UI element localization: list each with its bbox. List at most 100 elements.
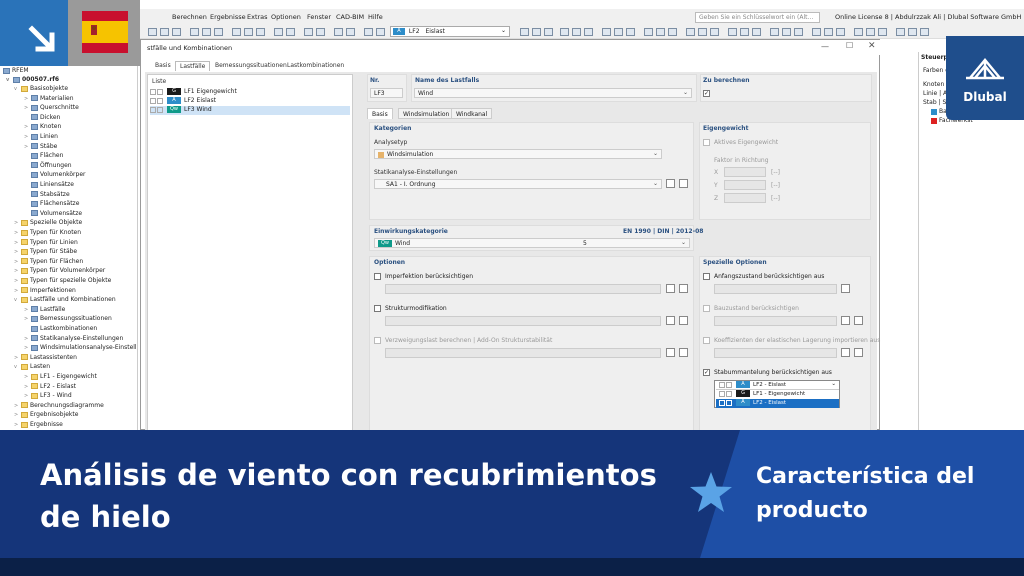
tab-lastfaelle[interactable]: Lastfälle <box>175 61 211 71</box>
koeff-select[interactable] <box>714 348 837 358</box>
chevron-right-icon[interactable]: > <box>14 230 21 236</box>
chevron-right-icon[interactable]: > <box>14 259 21 265</box>
toolbar-icon[interactable] <box>190 28 199 36</box>
list-item[interactable]: G LF1 Eigengewicht <box>150 88 350 97</box>
verzweigung-checkbox[interactable] <box>374 337 381 344</box>
toolbar-icon[interactable] <box>824 28 833 36</box>
edit-icon[interactable] <box>666 179 675 188</box>
subtab-windkanal[interactable]: Windkanal <box>451 108 493 119</box>
new-icon[interactable] <box>841 284 850 293</box>
toolbar-icon[interactable] <box>346 28 355 36</box>
loadcase-combo[interactable]: A LF2 Eislast ⌄ <box>390 26 510 37</box>
chevron-down-icon[interactable]: v <box>14 86 21 92</box>
toolbar-icon[interactable] <box>644 28 653 36</box>
struktur-checkbox[interactable] <box>374 305 381 312</box>
chevron-right-icon[interactable]: > <box>24 393 31 399</box>
nr-field[interactable]: LF3 <box>370 88 403 98</box>
maximize-icon[interactable]: ☐ <box>846 41 853 50</box>
imperfektion-checkbox[interactable] <box>374 273 381 280</box>
bauzustand-select[interactable] <box>714 316 837 326</box>
chevron-right-icon[interactable]: > <box>24 336 31 342</box>
toolbar-icon[interactable] <box>364 28 373 36</box>
menu-optionen[interactable]: Optionen <box>271 13 301 21</box>
chevron-right-icon[interactable]: > <box>14 422 21 428</box>
chevron-right-icon[interactable]: > <box>24 307 31 313</box>
tree-item[interactable]: > Lastfälle <box>24 306 65 315</box>
tree-item[interactable]: > Spezielle Objekte <box>14 219 82 228</box>
tree-item[interactable]: > Materialien <box>24 95 74 104</box>
factor-x-field[interactable] <box>724 167 766 177</box>
tree-item[interactable]: > LF3 - Wind <box>24 392 72 401</box>
tree-item[interactable]: v Basisobjekte <box>14 85 68 94</box>
toolbar-icon[interactable] <box>148 28 157 36</box>
toolbar-icon[interactable] <box>782 28 791 36</box>
edit-icon[interactable] <box>666 316 675 325</box>
tree-item[interactable]: > Berechnungsdiagramme <box>14 402 104 411</box>
tree-item[interactable]: > Linien <box>24 133 58 142</box>
tree-item[interactable]: > Bemessungssituationen <box>24 315 112 324</box>
menu-extras[interactable]: Extras <box>247 13 268 21</box>
tree-item[interactable]: > Typen für Volumenkörper <box>14 267 105 276</box>
chevron-right-icon[interactable]: > <box>24 134 31 140</box>
chevron-down-icon[interactable]: v <box>14 297 21 303</box>
menu-ergebnisse[interactable]: Ergebnisse <box>210 13 246 21</box>
dropdown-option[interactable]: G LF1 - Eigengewicht <box>716 390 839 399</box>
toolbar-icon[interactable] <box>560 28 569 36</box>
toolbar-icon[interactable] <box>836 28 845 36</box>
tree-item[interactable]: Öffnungen <box>24 162 72 171</box>
statik-select[interactable]: SA1 - I. Ordnung ⌄ <box>374 179 662 189</box>
tree-item[interactable]: Volumenkörper <box>24 171 85 180</box>
search-input[interactable]: Geben Sie ein Schlüsselwort ein (Alt... <box>695 12 820 23</box>
tab-basis[interactable]: Basis <box>151 61 175 71</box>
subtab-basis[interactable]: Basis <box>367 108 393 119</box>
minimize-icon[interactable]: — <box>821 42 829 51</box>
tab-bemessungssituationen[interactable]: Bemessungssituationen <box>211 61 291 71</box>
chevron-right-icon[interactable]: > <box>24 144 31 150</box>
verzweigung-select[interactable] <box>385 348 661 358</box>
toolbar-icon[interactable] <box>602 28 611 36</box>
tree-root[interactable]: RFEM <box>3 67 29 76</box>
toolbar-icon[interactable] <box>866 28 875 36</box>
new-icon[interactable] <box>679 348 688 357</box>
edit-icon[interactable] <box>666 348 675 357</box>
chevron-right-icon[interactable]: > <box>24 96 31 102</box>
toolbar-icon[interactable] <box>584 28 593 36</box>
koeff-checkbox[interactable] <box>703 337 710 344</box>
tree-item[interactable]: > Querschnitte <box>24 104 79 113</box>
chevron-right-icon[interactable]: > <box>24 374 31 380</box>
chevron-right-icon[interactable]: > <box>14 278 21 284</box>
chevron-right-icon[interactable]: > <box>24 105 31 111</box>
analysetyp-select[interactable]: Windsimulation ⌄ <box>374 149 662 159</box>
toolbar-icon[interactable] <box>770 28 779 36</box>
tree-item[interactable]: > LF2 - Eislast <box>24 383 76 392</box>
chevron-right-icon[interactable]: > <box>14 412 21 418</box>
tree-item[interactable]: > Knoten <box>24 123 61 132</box>
chevron-right-icon[interactable]: > <box>24 124 31 130</box>
chevron-right-icon[interactable]: > <box>24 384 31 390</box>
anfang-checkbox[interactable] <box>703 273 710 280</box>
toolbar-icon[interactable] <box>544 28 553 36</box>
tree-item[interactable]: > Typen für Flächen <box>14 258 83 267</box>
toolbar-icon[interactable] <box>878 28 887 36</box>
tree-item[interactable]: > Typen für Linien <box>14 239 78 248</box>
toolbar-icon[interactable] <box>896 28 905 36</box>
toolbar-icon[interactable] <box>656 28 665 36</box>
toolbar-icon[interactable] <box>160 28 169 36</box>
toolbar-icon[interactable] <box>214 28 223 36</box>
tree-item[interactable]: > Windsimulationsanalyse-Einstellu <box>24 344 137 353</box>
tree-item[interactable]: > Ergebnisobjekte <box>14 411 78 420</box>
new-icon[interactable] <box>679 179 688 188</box>
toolbar-icon[interactable] <box>752 28 761 36</box>
toolbar-icon[interactable] <box>710 28 719 36</box>
tree-item[interactable]: > Typen für Knoten <box>14 229 81 238</box>
anfang-select[interactable] <box>714 284 837 294</box>
tree-item[interactable]: Volumensätze <box>24 210 82 219</box>
toolbar-icon[interactable] <box>626 28 635 36</box>
menu-cad-bim[interactable]: CAD-BIM <box>336 13 364 21</box>
toolbar-icon[interactable] <box>572 28 581 36</box>
edit-icon[interactable] <box>841 348 850 357</box>
tree-item[interactable]: > LF1 - Eigengewicht <box>24 373 97 382</box>
chevron-right-icon[interactable]: > <box>14 355 21 361</box>
toolbar-icon[interactable] <box>698 28 707 36</box>
tree-item[interactable]: > Lastassistenten <box>14 354 77 363</box>
